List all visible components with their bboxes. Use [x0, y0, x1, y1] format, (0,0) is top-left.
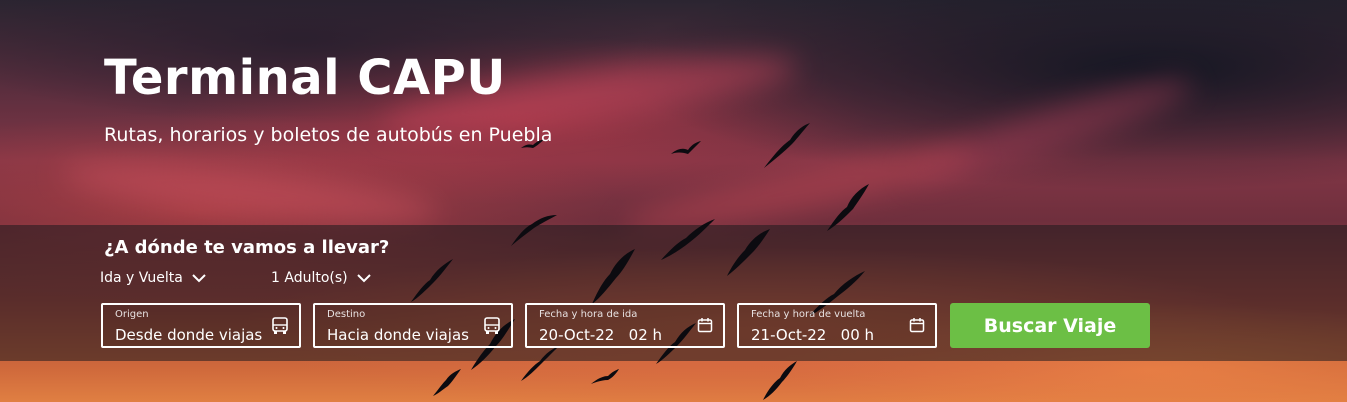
page-title: Terminal CAPU — [104, 50, 506, 106]
chevron-down-icon — [192, 274, 206, 283]
bird-silhouette — [592, 249, 635, 304]
bird-silhouette — [763, 361, 797, 400]
departure-date-field[interactable]: Fecha y hora de ida 20-Oct-22 02 h — [525, 303, 725, 348]
calendar-icon — [909, 318, 925, 333]
bird-silhouette — [433, 369, 461, 396]
bus-icon — [272, 317, 288, 334]
hero-banner: Terminal CAPU Rutas, horarios y boletos … — [0, 0, 1347, 402]
bird-silhouette — [591, 369, 619, 384]
destination-field[interactable]: Destino Hacia donde viajas — [313, 303, 513, 348]
origin-field[interactable]: Origen Desde donde viajas — [101, 303, 301, 348]
return-value[interactable]: 21-Oct-22 00 h — [751, 326, 874, 344]
bird-silhouette — [521, 346, 559, 381]
search-heading: ¿A dónde te vamos a llevar? — [104, 237, 390, 258]
page-subtitle: Rutas, horarios y boletos de autobús en … — [104, 124, 553, 146]
destination-label: Destino — [327, 309, 366, 320]
passengers-value: 1 Adulto(s) — [271, 270, 348, 286]
bird-silhouette — [511, 215, 557, 246]
search-trip-button[interactable]: Buscar Viaje — [950, 303, 1150, 348]
origin-input[interactable]: Desde donde viajas — [115, 326, 262, 344]
bird-silhouette — [661, 219, 715, 260]
bird-silhouette — [411, 259, 453, 302]
origin-label: Origen — [115, 309, 149, 320]
bird-silhouette — [671, 141, 701, 154]
departure-label: Fecha y hora de ida — [539, 309, 638, 320]
bird-silhouette — [727, 229, 770, 276]
bird-silhouette — [827, 184, 869, 231]
return-date-field[interactable]: Fecha y hora de vuelta 21-Oct-22 00 h — [737, 303, 937, 348]
calendar-icon — [697, 318, 713, 333]
trip-type-value: Ida y Vuelta — [100, 270, 183, 286]
sky-streak — [901, 64, 1199, 196]
departure-value[interactable]: 20-Oct-22 02 h — [539, 326, 662, 344]
destination-input[interactable]: Hacia donde viajas — [327, 326, 469, 344]
bus-icon — [484, 317, 500, 334]
passengers-dropdown[interactable]: 1 Adulto(s) — [271, 270, 372, 286]
chevron-down-icon — [356, 274, 371, 283]
return-label: Fecha y hora de vuelta — [751, 309, 866, 320]
bird-silhouette — [764, 123, 810, 168]
sky-streak — [58, 150, 442, 235]
trip-type-dropdown[interactable]: Ida y Vuelta — [100, 270, 207, 286]
